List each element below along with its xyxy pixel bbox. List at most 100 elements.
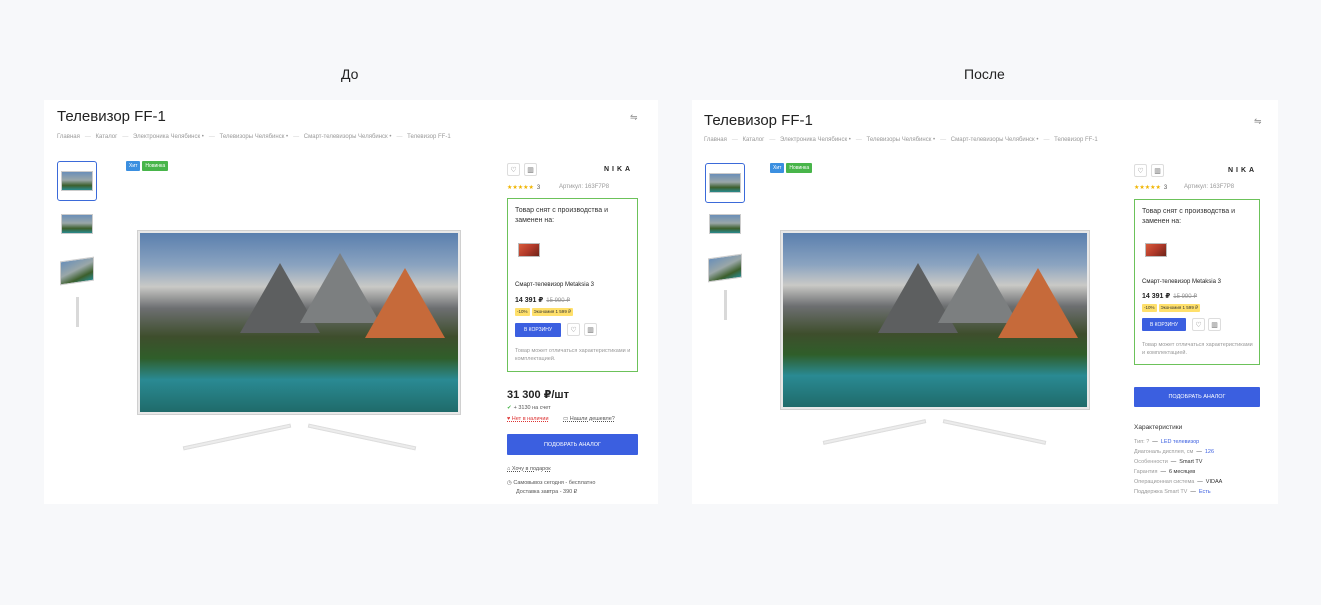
page-title: Телевизор FF-1: [704, 112, 813, 129]
compare-icon[interactable]: ▥: [1208, 318, 1221, 331]
favorite-icon[interactable]: ♡: [567, 323, 580, 336]
compare-icon[interactable]: ▥: [1151, 164, 1164, 177]
share-icon[interactable]: ⇋: [630, 112, 638, 123]
spec-value: Smart TV: [1179, 459, 1203, 465]
breadcrumb-item[interactable]: Каталог: [743, 137, 765, 143]
spec-dash: —: [1197, 479, 1203, 485]
discount-chips: -10% Экономия 1 599 ₽: [515, 308, 573, 316]
breadcrumb-item[interactable]: Смарт-телевизоры Челябинск •: [304, 134, 392, 140]
thumbnail-angle[interactable]: [57, 204, 97, 244]
delivery-line: Доставка завтра - 390 ₽: [516, 489, 578, 495]
rating[interactable]: ★★★★★ 3: [507, 184, 540, 191]
spec-value: VIDAA: [1205, 479, 1223, 485]
product-card-before: Телевизор FF-1 ⇋ Главная — Каталог — Элект…: [44, 100, 658, 504]
rating-stars: ★★★★★: [507, 185, 534, 191]
replacement-name[interactable]: Смарт-телевизор Metaksia 3: [1142, 279, 1221, 285]
spec-dash: —: [1170, 459, 1177, 465]
found-cheaper-link[interactable]: ▭ Нашли дешевле?: [563, 416, 615, 422]
favorite-icon[interactable]: ♡: [1192, 318, 1205, 331]
favorite-icon[interactable]: ♡: [507, 163, 520, 176]
compare-icon[interactable]: ▥: [524, 163, 537, 176]
breadcrumb-item[interactable]: Главная: [704, 137, 727, 143]
thumbnail-front[interactable]: [705, 163, 745, 203]
breadcrumb-item[interactable]: Электроника Челябинск •: [780, 137, 851, 143]
breadcrumb: Главная — Каталог — Электроника Челябинск …: [704, 137, 1098, 143]
gift-text: Хочу в подарок: [511, 466, 551, 472]
find-analog-button[interactable]: ПОДОБРАТЬ АНАЛОГ: [1134, 387, 1260, 407]
spec-value[interactable]: Есть: [1199, 489, 1211, 495]
tv-thumbnail-image: [61, 171, 93, 191]
spec-dash: —: [1152, 439, 1158, 445]
thumbnail-front[interactable]: [57, 161, 97, 201]
breadcrumb-item[interactable]: Каталог: [96, 134, 118, 140]
product-image[interactable]: [780, 230, 1090, 445]
favorite-icon[interactable]: ♡: [1134, 164, 1147, 177]
breadcrumb-item[interactable]: Телевизоры Челябинск •: [867, 137, 936, 143]
rating-stars: ★★★★★: [1134, 185, 1161, 191]
replacement-image[interactable]: [518, 243, 540, 257]
spec-value[interactable]: 126: [1205, 449, 1214, 455]
tv-stand: [822, 419, 927, 445]
rating[interactable]: ★★★★★ 3: [1134, 184, 1167, 191]
check-icon: ✔: [507, 405, 512, 411]
tv-thumbnail-image: [708, 253, 742, 283]
thumbnail-side[interactable]: [57, 292, 97, 332]
spec-row: Диагональ дисплея, см —126: [1134, 449, 1214, 455]
breadcrumb-item[interactable]: Электроника Челябинск •: [133, 134, 204, 140]
replacement-heading: Товар снят с производства и заменен на:: [1142, 208, 1235, 225]
replacement-price-current: 14 391 ₽: [1142, 293, 1171, 300]
thumbnail-angle-2[interactable]: [705, 248, 745, 288]
product-image[interactable]: [137, 230, 461, 451]
breadcrumb-item[interactable]: Смарт-телевизоры Челябинск •: [951, 137, 1039, 143]
brand-logo: NIKA: [1228, 167, 1258, 174]
thumbnail-angle-2[interactable]: [57, 251, 97, 291]
page-title: Телевизор FF-1: [57, 108, 166, 125]
stock-text: Нет в наличии: [511, 416, 549, 422]
mountain-shape: [365, 268, 445, 338]
thumbnail-side[interactable]: [705, 285, 745, 325]
spec-label: Особенности: [1134, 459, 1168, 465]
share-icon[interactable]: ⇋: [1254, 116, 1262, 127]
breadcrumb-item[interactable]: Главная: [57, 134, 80, 140]
saving-chip: Экономия 1 599 ₽: [531, 308, 573, 316]
mountain-shape: [998, 268, 1078, 338]
product-card-after: Телевизор FF-1 ⇋ Главная — Каталог — Элект…: [692, 100, 1278, 504]
badge-new: Новинка: [142, 161, 169, 171]
spec-row: Операционная система — VIDAA: [1134, 479, 1222, 485]
spec-dash: —: [1190, 489, 1196, 495]
replacement-price: 14 391 ₽15 990 ₽: [1142, 292, 1197, 300]
badge-new: Новинка: [786, 163, 813, 173]
replacement-image[interactable]: [1145, 243, 1167, 257]
add-to-cart-button[interactable]: В КОРЗИНУ: [1142, 318, 1186, 331]
tv-stand: [307, 423, 417, 451]
tv-thumbnail-image: [723, 290, 727, 320]
thumbnail-angle[interactable]: [705, 204, 745, 244]
product-price: 31 300 ₽/шт: [507, 389, 569, 401]
find-analog-button[interactable]: ПОДОБРАТЬ АНАЛОГ: [507, 434, 638, 455]
spec-value: 6 месяцев: [1168, 469, 1196, 475]
replacement-box: Товар снят с производства и заменен на: …: [1134, 199, 1260, 365]
bonus-text: + 3130 на счет: [513, 405, 551, 411]
spec-label: Гарантия: [1134, 469, 1158, 475]
found-cheaper-text: Нашли дешевле?: [569, 416, 615, 422]
rating-count: 3: [1163, 185, 1168, 191]
caption-before: До: [341, 66, 359, 82]
article-number: Артикул: 163F7P8: [1184, 184, 1235, 190]
brand-logo: NIKA: [604, 166, 634, 173]
delivery-info: ◷ Самовывоз сегодня - бесплатно Доставка…: [507, 479, 595, 497]
tv-stand: [942, 419, 1047, 445]
replacement-name[interactable]: Смарт-телевизор Metaksia 3: [515, 282, 594, 288]
compare-icon[interactable]: ▥: [584, 323, 597, 336]
gift-link[interactable]: ⌂ Хочу в подарок: [507, 466, 551, 472]
discount-chips: -10% Экономия 1 599 ₽: [1142, 304, 1200, 312]
spec-value[interactable]: LED телевизор: [1161, 439, 1199, 445]
breadcrumb-item[interactable]: Телевизоры Челябинск •: [220, 134, 289, 140]
replacement-heading: Товар снят с производства и заменен на:: [515, 207, 608, 224]
breadcrumb-item: Телевизор FF-1: [407, 134, 451, 140]
tv-screen: [140, 233, 458, 412]
add-to-cart-button[interactable]: В КОРЗИНУ: [515, 323, 561, 337]
tv-thumbnail-image: [709, 214, 741, 234]
tv-thumbnail-image: [709, 173, 741, 193]
bonus-points: ✔ + 3130 на счет: [507, 405, 551, 411]
tv-thumbnail-image: [61, 214, 93, 234]
